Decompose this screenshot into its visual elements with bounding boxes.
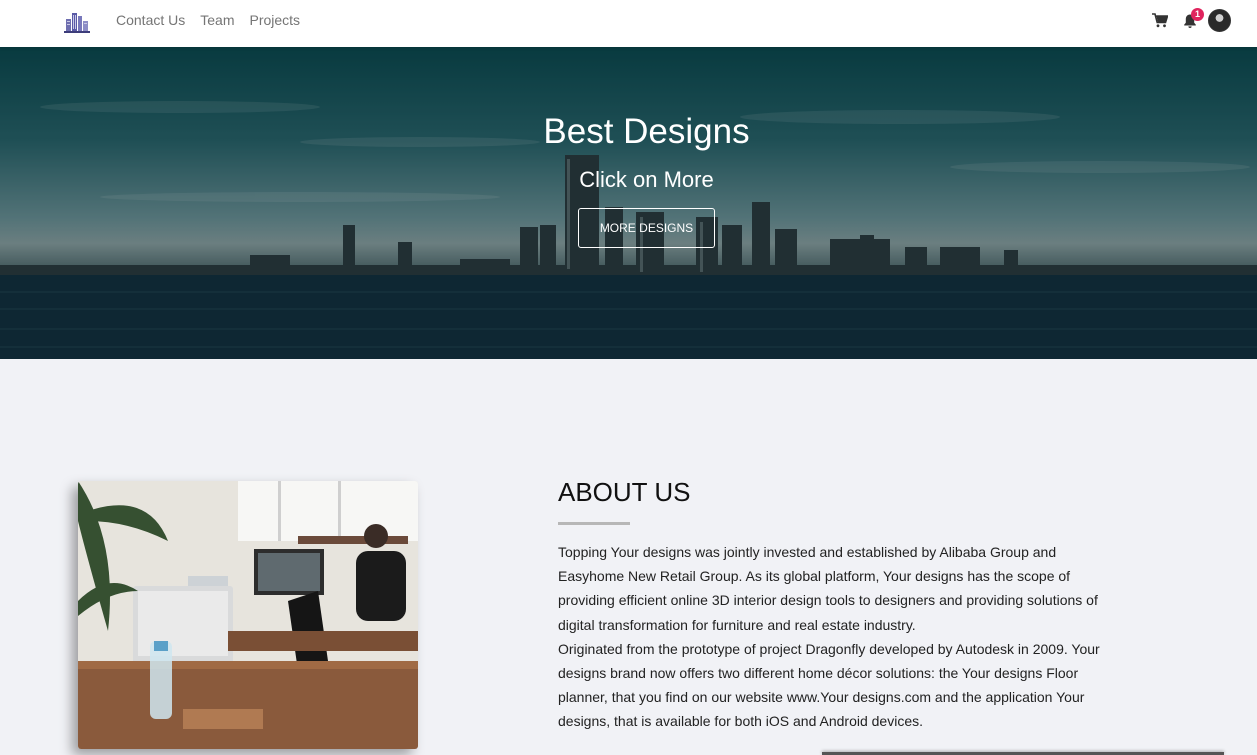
about-us-text: Topping Your designs was jointly investe… — [558, 540, 1103, 734]
hero-banner: Best Designs Click on More MORE DESIGNS — [0, 47, 1257, 359]
office-photo — [78, 481, 418, 749]
about-paragraph-2: Originated from the prototype of project… — [558, 640, 1100, 730]
notification-bell[interactable]: 1 — [1180, 7, 1204, 31]
notification-badge: 1 — [1191, 7, 1204, 21]
hero-subtitle: Click on More — [579, 167, 714, 192]
hero-title: Best Designs — [543, 112, 750, 151]
nav-projects[interactable]: Projects — [249, 12, 300, 28]
hero-overlay — [0, 47, 1257, 359]
about-us-heading: ABOUT US — [558, 477, 691, 507]
nav-team[interactable]: Team — [200, 12, 234, 28]
cart-icon[interactable] — [1150, 11, 1170, 31]
main-nav: Contact Us Team Projects — [116, 12, 300, 28]
heading-underline — [558, 522, 630, 525]
top-navbar: Contact Us Team Projects 1 — [0, 0, 1257, 47]
nav-contact-us[interactable]: Contact Us — [116, 12, 185, 28]
more-designs-button[interactable]: MORE DESIGNS — [578, 208, 715, 248]
avatar[interactable] — [1208, 9, 1231, 32]
building-logo-icon[interactable] — [64, 9, 90, 33]
nav-actions: 1 — [1150, 7, 1231, 32]
about-paragraph-1: Topping Your designs was jointly investe… — [558, 544, 1098, 633]
